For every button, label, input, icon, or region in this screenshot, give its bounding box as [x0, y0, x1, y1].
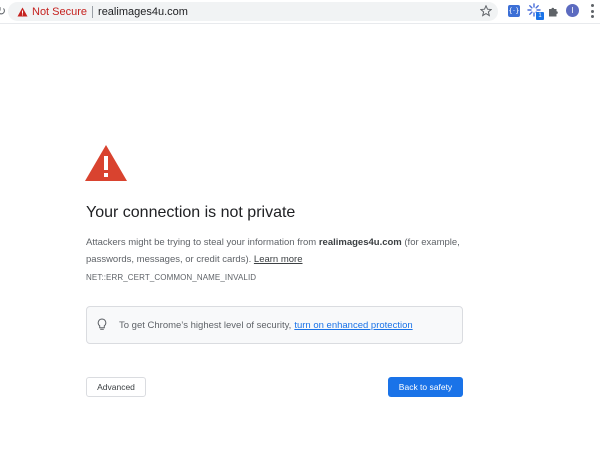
- enhanced-protection-link[interactable]: turn on enhanced protection: [294, 320, 412, 331]
- advanced-button[interactable]: Advanced: [86, 377, 146, 397]
- url-text[interactable]: realimages4u.com: [98, 6, 188, 18]
- security-status-label[interactable]: Not Secure: [32, 6, 87, 18]
- back-to-safety-button[interactable]: Back to safety: [388, 377, 463, 397]
- warning-triangle-icon: [84, 144, 128, 182]
- learn-more-link[interactable]: Learn more: [254, 254, 303, 265]
- avatar[interactable]: I: [566, 4, 579, 17]
- address-bar[interactable]: Not Secure realimages4u.com: [8, 2, 498, 21]
- explanation-prefix: Attackers might be trying to steal your …: [86, 237, 319, 248]
- error-code: NET::ERR_CERT_COMMON_NAME_INVALID: [86, 273, 257, 282]
- explanation-text: Attackers might be trying to steal your …: [86, 234, 466, 268]
- warning-icon[interactable]: [16, 6, 28, 18]
- extension-spinner-icon[interactable]: 1: [527, 3, 544, 20]
- omnibox-divider: [92, 5, 94, 18]
- extension-icon[interactable]: {·}: [508, 5, 520, 17]
- bookmark-star-icon[interactable]: [479, 4, 493, 17]
- lightbulb-icon: [97, 318, 107, 332]
- enhanced-protection-banner: To get Chrome’s highest level of securit…: [86, 306, 463, 344]
- reload-icon[interactable]: ↻: [0, 4, 6, 18]
- puzzle-icon[interactable]: [547, 5, 559, 17]
- browser-toolbar: ↻ Not Secure realimages4u.com {·} 1 I: [0, 0, 600, 24]
- page-title: Your connection is not private: [86, 204, 296, 221]
- extension-badge: 1: [536, 12, 544, 20]
- kebab-menu-icon[interactable]: [590, 4, 594, 18]
- enhanced-protection-text: To get Chrome’s highest level of securit…: [119, 319, 292, 331]
- site-name: realimages4u.com: [318, 237, 402, 248]
